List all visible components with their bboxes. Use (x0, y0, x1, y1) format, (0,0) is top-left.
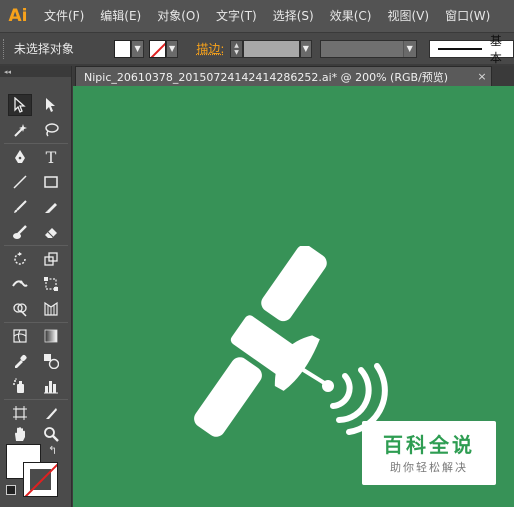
width-tool-icon[interactable] (8, 273, 32, 295)
menu-bar: Ai 文件(F) 编辑(E) 对象(O) 文字(T) 选择(S) 效果(C) 视… (0, 0, 514, 32)
stroke-weight-field[interactable] (242, 39, 300, 58)
brush-definition-label: 基本 (489, 33, 502, 65)
tools-panel-header[interactable]: ◂◂ (0, 66, 71, 77)
artboard-canvas[interactable]: 百科全说 助你轻松解决 (73, 86, 514, 507)
document-tab-bar: Nipic_20610378_20150724142414286252.ai* … (73, 66, 514, 86)
stroke-label[interactable]: 描边: (196, 40, 224, 57)
tool-separator (4, 322, 68, 323)
selection-status-label: 未选择对象 (13, 42, 74, 56)
menu-view[interactable]: 视图(V) (379, 0, 437, 32)
free-transform-tool-icon[interactable] (39, 273, 63, 295)
menu-file[interactable]: 文件(F) (36, 0, 92, 32)
menu-window[interactable]: 窗口(W) (437, 0, 498, 32)
swap-fill-stroke-icon[interactable]: ↰ (48, 444, 57, 457)
scale-tool-icon[interactable] (39, 248, 63, 270)
tool-separator (4, 245, 68, 246)
profile-dropdown-arrow[interactable]: ▼ (402, 40, 416, 57)
stroke-weight-spinner[interactable]: ▲ ▼ (230, 39, 243, 58)
stroke-swatch-large[interactable] (23, 462, 58, 497)
satellite-icon[interactable] (173, 246, 393, 456)
variable-width-profile-select[interactable]: ▼ (320, 39, 417, 58)
hand-tool-icon[interactable] (8, 423, 32, 445)
fill-dropdown-arrow[interactable]: ▼ (131, 39, 144, 58)
antenna-arm (295, 364, 328, 386)
brush-definition-select[interactable]: 基本 (428, 34, 514, 65)
symbol-sprayer-tool-icon[interactable] (8, 375, 32, 397)
rectangle-tool-icon[interactable] (39, 171, 63, 193)
column-graph-tool-icon[interactable] (39, 375, 63, 397)
zoom-tool-icon[interactable] (39, 423, 63, 445)
blob-brush-tool-icon[interactable] (8, 221, 32, 243)
artboard-tool-icon[interactable] (8, 402, 32, 424)
menu-edit[interactable]: 编辑(E) (92, 0, 149, 32)
collapse-panel-icon[interactable]: ◂◂ (4, 68, 11, 76)
upper-solar-panel (261, 246, 327, 322)
antenna-tip (322, 380, 334, 392)
magic-wand-tool-icon[interactable] (8, 119, 32, 141)
stroke-dropdown-arrow[interactable]: ▼ (165, 39, 179, 58)
pen-tool-icon[interactable] (8, 146, 32, 168)
lasso-tool-icon[interactable] (39, 119, 63, 141)
watermark: 百科全说 助你轻松解决 (362, 421, 496, 485)
stroke-color-swatch[interactable] (148, 39, 166, 58)
eyedropper-tool-icon[interactable] (8, 350, 32, 372)
direct-selection-tool-icon[interactable] (39, 94, 63, 116)
document-tab-title[interactable]: Nipic_20610378_20150724142414286252.ai* … (84, 69, 475, 85)
menu-object[interactable]: 对象(O) (149, 0, 208, 32)
selection-tool-icon[interactable] (8, 94, 32, 116)
close-tab-icon[interactable]: × (475, 70, 489, 83)
lower-solar-panel (194, 357, 262, 437)
menu-type[interactable]: 文字(T) (208, 0, 265, 32)
panel-grip[interactable] (3, 38, 7, 59)
line-segment-tool-icon[interactable] (8, 171, 32, 193)
default-fill-stroke-icon[interactable] (6, 485, 16, 495)
gradient-tool-icon[interactable] (39, 325, 63, 347)
perspective-grid-tool-icon[interactable] (39, 298, 63, 320)
stroke-weight-dropdown[interactable]: ▼ (299, 39, 313, 58)
mesh-tool-icon[interactable] (8, 325, 32, 347)
tool-separator (4, 399, 68, 400)
rotate-tool-icon[interactable] (8, 248, 32, 270)
brush-stroke-preview (437, 47, 482, 50)
document-tab[interactable]: Nipic_20610378_20150724142414286252.ai* … (75, 66, 492, 86)
tools-panel: ◂◂ T ↰ (0, 66, 72, 507)
menu-effect[interactable]: 效果(C) (322, 0, 380, 32)
eraser-tool-icon[interactable] (39, 221, 63, 243)
fill-color-swatch[interactable] (114, 39, 132, 58)
slice-tool-icon[interactable] (39, 402, 63, 424)
menu-select[interactable]: 选择(S) (265, 0, 322, 32)
control-bar: 未选择对象 ▼ ▼ 描边: ▲ ▼ ▼ ▼ 基本 (0, 32, 514, 65)
pencil-tool-icon[interactable] (39, 196, 63, 218)
app-logo: Ai (8, 6, 28, 26)
watermark-subtitle: 助你轻松解决 (390, 461, 468, 474)
paintbrush-tool-icon[interactable] (8, 196, 32, 218)
shape-builder-tool-icon[interactable] (8, 298, 32, 320)
type-tool-icon[interactable]: T (39, 146, 63, 168)
blend-tool-icon[interactable] (39, 350, 63, 372)
watermark-title: 百科全说 (383, 433, 475, 457)
tool-separator (4, 143, 68, 144)
